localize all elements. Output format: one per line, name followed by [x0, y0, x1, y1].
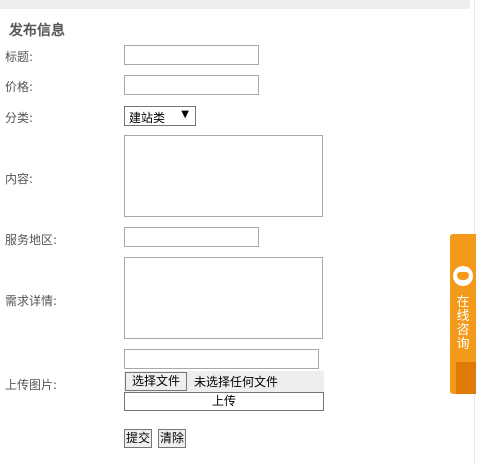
label-price: 价格: [5, 80, 34, 94]
label-upload-image: 上传图片: [5, 378, 58, 392]
reset-button[interactable]: 清除 [158, 429, 187, 448]
price-input[interactable] [124, 75, 259, 95]
upload-button[interactable]: 上传 [124, 392, 324, 411]
widget-label: 在线咨询 [456, 295, 470, 352]
right-border [474, 0, 475, 464]
label-requirements: 需求详情: [5, 294, 58, 308]
file-status-text: 未选择任何文件 [194, 375, 279, 389]
image-path-input[interactable] [124, 349, 319, 369]
title-input[interactable] [124, 45, 259, 65]
file-input[interactable]: 选择文件 未选择任何文件 [124, 371, 324, 392]
label-title: 标题: [5, 50, 34, 64]
form-title: 发布信息 [9, 23, 65, 39]
dropdown-arrow-icon: ▼ [181, 109, 189, 120]
label-service-area: 服务地区: [5, 233, 58, 247]
label-content: 内容: [5, 172, 34, 186]
category-select[interactable]: 建站类 ▼ [124, 106, 196, 126]
choose-file-button[interactable]: 选择文件 [125, 372, 188, 391]
category-select-value: 建站类 [129, 111, 166, 125]
top-bar [0, 0, 470, 9]
widget-tab-bottom [456, 362, 476, 394]
content-textarea[interactable] [124, 135, 323, 217]
online-consult-widget[interactable]: 在线咨询 [450, 234, 476, 394]
requirements-textarea[interactable] [124, 257, 323, 339]
chat-agent-icon [453, 266, 473, 286]
label-category: 分类: [5, 111, 34, 125]
service-area-input[interactable] [124, 227, 259, 247]
submit-button[interactable]: 提交 [124, 429, 153, 448]
